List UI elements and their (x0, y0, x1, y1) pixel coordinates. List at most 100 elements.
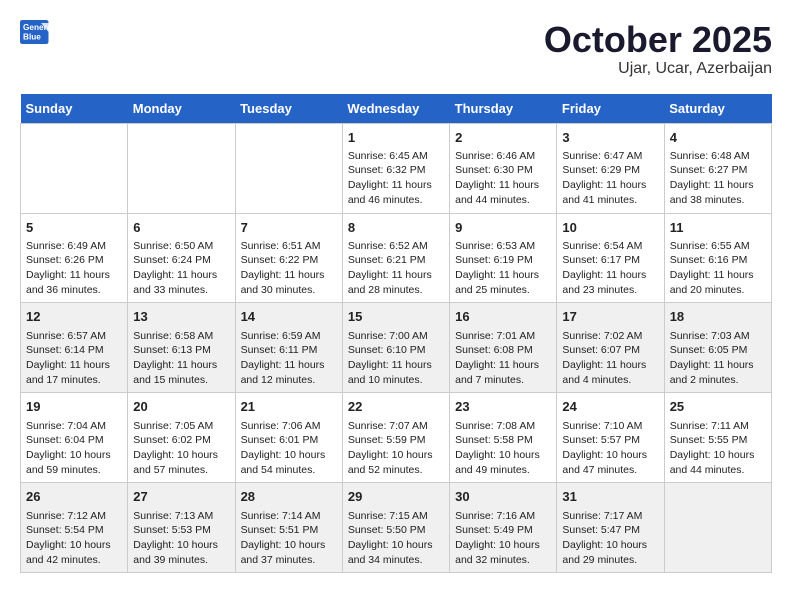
day-number: 20 (133, 398, 229, 416)
day-number: 5 (26, 219, 122, 237)
calendar-cell: 29 Sunrise: 7:15 AM Sunset: 5:50 PM Dayli… (342, 483, 449, 573)
week-row-2: 12Sunrise: 6:57 AM Sunset: 6:14 PM Dayli… (21, 303, 772, 393)
calendar-subtitle: Ujar, Ucar, Azerbaijan (544, 60, 772, 78)
calendar-cell: 24 Sunrise: 7:10 AM Sunset: 5:57 PM Dayli… (557, 393, 664, 483)
day-number: 31 (562, 488, 658, 506)
calendar-cell (235, 123, 342, 213)
day-info: Sunrise: 7:02 AM Sunset: 6:07 PM Dayligh… (562, 329, 658, 388)
day-info: Sunrise: 6:48 AM Sunset: 6:27 PM Dayligh… (670, 149, 766, 208)
day-info: Sunrise: 6:53 AM Sunset: 6:19 PM Dayligh… (455, 239, 551, 298)
weekday-header-thursday: Thursday (450, 94, 557, 124)
calendar-cell (664, 483, 771, 573)
weekday-header-row: SundayMondayTuesdayWednesdayThursdayFrid… (21, 94, 772, 124)
day-number: 12 (26, 308, 122, 326)
day-number: 19 (26, 398, 122, 416)
logo-icon: General Blue (20, 20, 50, 44)
calendar-cell: 4 Sunrise: 6:48 AM Sunset: 6:27 PM Daylig… (664, 123, 771, 213)
day-info: Sunrise: 7:05 AM Sunset: 6:02 PM Dayligh… (133, 419, 229, 478)
day-info: Sunrise: 6:54 AM Sunset: 6:17 PM Dayligh… (562, 239, 658, 298)
day-number: 22 (348, 398, 444, 416)
page-header: General Blue October 2025 Ujar, Ucar, Az… (20, 20, 772, 78)
day-number: 4 (670, 129, 766, 147)
calendar-cell: 25 Sunrise: 7:11 AM Sunset: 5:55 PM Dayli… (664, 393, 771, 483)
calendar-cell: 6Sunrise: 6:50 AM Sunset: 6:24 PM Daylig… (128, 213, 235, 303)
calendar-cell: 19 Sunrise: 7:04 AM Sunset: 6:04 PM Dayli… (21, 393, 128, 483)
day-info: Sunrise: 7:08 AM Sunset: 5:58 PM Dayligh… (455, 419, 551, 478)
day-info: Sunrise: 6:59 AM Sunset: 6:11 PM Dayligh… (241, 329, 337, 388)
day-info: Sunrise: 6:49 AM Sunset: 6:26 PM Dayligh… (26, 239, 122, 298)
weekday-header-sunday: Sunday (21, 94, 128, 124)
day-number: 26 (26, 488, 122, 506)
day-number: 17 (562, 308, 658, 326)
calendar-cell: 16 Sunrise: 7:01 AM Sunset: 6:08 PM Dayli… (450, 303, 557, 393)
calendar-cell: 15 Sunrise: 7:00 AM Sunset: 6:10 PM Dayli… (342, 303, 449, 393)
week-row-0: 1 Sunrise: 6:45 AM Sunset: 6:32 PM Daylig… (21, 123, 772, 213)
day-info: Sunrise: 6:51 AM Sunset: 6:22 PM Dayligh… (241, 239, 337, 298)
calendar-cell: 10 Sunrise: 6:54 AM Sunset: 6:17 PM Dayli… (557, 213, 664, 303)
day-info: Sunrise: 6:47 AM Sunset: 6:29 PM Dayligh… (562, 149, 658, 208)
calendar-cell: 7 Sunrise: 6:51 AM Sunset: 6:22 PM Daylig… (235, 213, 342, 303)
day-info: Sunrise: 6:45 AM Sunset: 6:32 PM Dayligh… (348, 149, 444, 208)
weekday-header-saturday: Saturday (664, 94, 771, 124)
calendar-cell: 30Sunrise: 7:16 AM Sunset: 5:49 PM Dayli… (450, 483, 557, 573)
day-number: 16 (455, 308, 551, 326)
day-number: 27 (133, 488, 229, 506)
calendar-cell: 26Sunrise: 7:12 AM Sunset: 5:54 PM Dayli… (21, 483, 128, 573)
calendar-cell: 8 Sunrise: 6:52 AM Sunset: 6:21 PM Daylig… (342, 213, 449, 303)
day-number: 18 (670, 308, 766, 326)
day-number: 13 (133, 308, 229, 326)
day-info: Sunrise: 7:13 AM Sunset: 5:53 PM Dayligh… (133, 509, 229, 568)
calendar-cell: 18Sunrise: 7:03 AM Sunset: 6:05 PM Dayli… (664, 303, 771, 393)
calendar-cell: 17 Sunrise: 7:02 AM Sunset: 6:07 PM Dayli… (557, 303, 664, 393)
day-info: Sunrise: 6:52 AM Sunset: 6:21 PM Dayligh… (348, 239, 444, 298)
calendar-cell: 13 Sunrise: 6:58 AM Sunset: 6:13 PM Dayli… (128, 303, 235, 393)
calendar-cell: 2Sunrise: 6:46 AM Sunset: 6:30 PM Daylig… (450, 123, 557, 213)
calendar-cell: 31 Sunrise: 7:17 AM Sunset: 5:47 PM Dayli… (557, 483, 664, 573)
day-info: Sunrise: 7:06 AM Sunset: 6:01 PM Dayligh… (241, 419, 337, 478)
day-number: 7 (241, 219, 337, 237)
calendar-cell: 14 Sunrise: 6:59 AM Sunset: 6:11 PM Dayli… (235, 303, 342, 393)
day-info: Sunrise: 7:01 AM Sunset: 6:08 PM Dayligh… (455, 329, 551, 388)
calendar-table: SundayMondayTuesdayWednesdayThursdayFrid… (20, 94, 772, 574)
day-info: Sunrise: 7:00 AM Sunset: 6:10 PM Dayligh… (348, 329, 444, 388)
calendar-cell: 28Sunrise: 7:14 AM Sunset: 5:51 PM Dayli… (235, 483, 342, 573)
week-row-3: 19 Sunrise: 7:04 AM Sunset: 6:04 PM Dayli… (21, 393, 772, 483)
weekday-header-tuesday: Tuesday (235, 94, 342, 124)
day-info: Sunrise: 6:55 AM Sunset: 6:16 PM Dayligh… (670, 239, 766, 298)
calendar-cell: 27 Sunrise: 7:13 AM Sunset: 5:53 PM Dayli… (128, 483, 235, 573)
day-number: 25 (670, 398, 766, 416)
calendar-cell: 21 Sunrise: 7:06 AM Sunset: 6:01 PM Dayli… (235, 393, 342, 483)
weekday-header-monday: Monday (128, 94, 235, 124)
day-info: Sunrise: 7:15 AM Sunset: 5:50 PM Dayligh… (348, 509, 444, 568)
day-number: 14 (241, 308, 337, 326)
calendar-cell: 22 Sunrise: 7:07 AM Sunset: 5:59 PM Dayli… (342, 393, 449, 483)
calendar-cell: 5 Sunrise: 6:49 AM Sunset: 6:26 PM Daylig… (21, 213, 128, 303)
calendar-cell: 23Sunrise: 7:08 AM Sunset: 5:58 PM Dayli… (450, 393, 557, 483)
day-number: 15 (348, 308, 444, 326)
weekday-header-wednesday: Wednesday (342, 94, 449, 124)
day-info: Sunrise: 6:46 AM Sunset: 6:30 PM Dayligh… (455, 149, 551, 208)
calendar-cell: 3Sunrise: 6:47 AM Sunset: 6:29 PM Daylig… (557, 123, 664, 213)
calendar-cell: 9Sunrise: 6:53 AM Sunset: 6:19 PM Daylig… (450, 213, 557, 303)
calendar-cell (21, 123, 128, 213)
day-number: 8 (348, 219, 444, 237)
day-number: 29 (348, 488, 444, 506)
day-info: Sunrise: 7:04 AM Sunset: 6:04 PM Dayligh… (26, 419, 122, 478)
day-info: Sunrise: 7:17 AM Sunset: 5:47 PM Dayligh… (562, 509, 658, 568)
calendar-title: October 2025 (544, 20, 772, 60)
day-number: 1 (348, 129, 444, 147)
day-info: Sunrise: 6:58 AM Sunset: 6:13 PM Dayligh… (133, 329, 229, 388)
day-number: 10 (562, 219, 658, 237)
day-number: 21 (241, 398, 337, 416)
calendar-cell: 1 Sunrise: 6:45 AM Sunset: 6:32 PM Daylig… (342, 123, 449, 213)
day-info: Sunrise: 7:07 AM Sunset: 5:59 PM Dayligh… (348, 419, 444, 478)
day-number: 24 (562, 398, 658, 416)
day-info: Sunrise: 7:11 AM Sunset: 5:55 PM Dayligh… (670, 419, 766, 478)
day-info: Sunrise: 7:10 AM Sunset: 5:57 PM Dayligh… (562, 419, 658, 478)
day-number: 11 (670, 219, 766, 237)
title-block: October 2025 Ujar, Ucar, Azerbaijan (544, 20, 772, 78)
calendar-cell (128, 123, 235, 213)
week-row-1: 5 Sunrise: 6:49 AM Sunset: 6:26 PM Daylig… (21, 213, 772, 303)
day-number: 28 (241, 488, 337, 506)
calendar-cell: 12Sunrise: 6:57 AM Sunset: 6:14 PM Dayli… (21, 303, 128, 393)
